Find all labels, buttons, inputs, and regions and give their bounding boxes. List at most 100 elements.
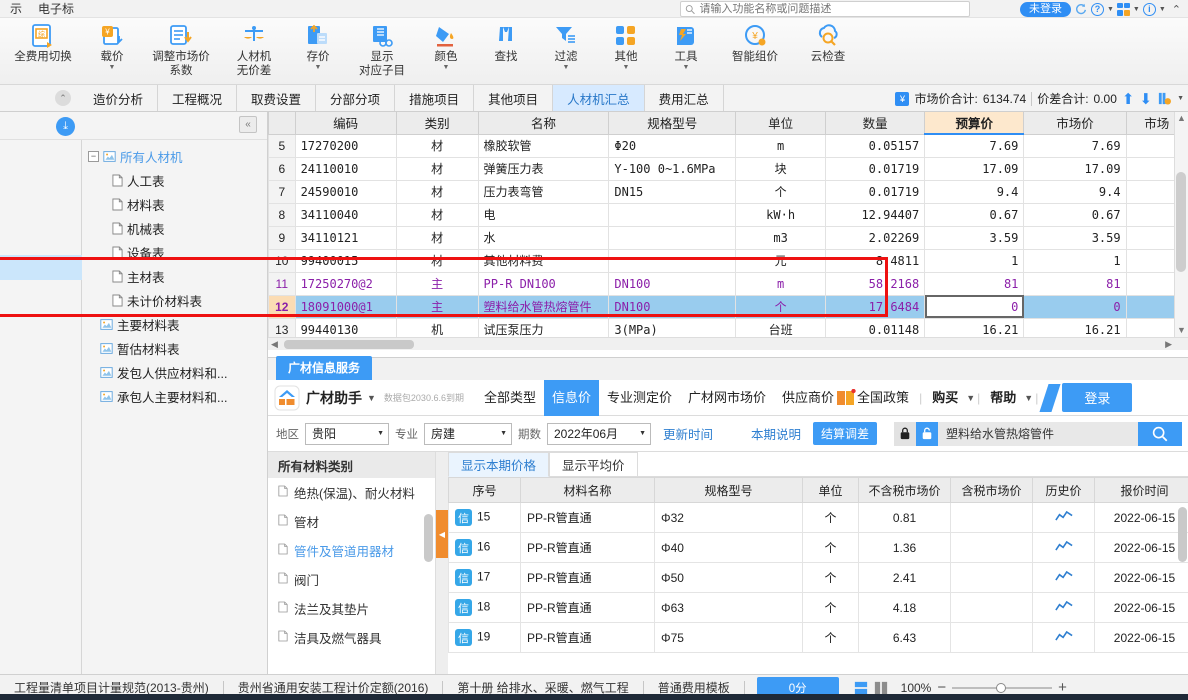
tree-node-material[interactable]: 材料表 [86, 192, 267, 216]
ribbon-button-switch-fee[interactable]: 综 全费用切换 [4, 18, 82, 84]
layout-vertical-icon[interactable] [874, 681, 888, 695]
chevron-down-icon-rb8[interactable]: ▼ [563, 64, 570, 72]
collapse-ribbon-button[interactable]: ⌃ [55, 90, 71, 106]
ribbon-button-color[interactable]: 颜色 ▼ [416, 18, 476, 84]
zoom-slider-knob[interactable] [996, 682, 1007, 693]
gc-search-button[interactable] [1138, 421, 1182, 446]
cell-unit[interactable]: kW·h [735, 202, 827, 227]
cell-budget-price[interactable]: 7.69 [924, 133, 1025, 158]
layout-horizontal-icon[interactable] [854, 681, 868, 695]
ribbon-button-cloud-check[interactable]: 云检查 [794, 18, 862, 84]
chevron-down-icon-3[interactable]: ▼ [1159, 6, 1166, 13]
chevron-down-icon[interactable]: ▼ [1107, 6, 1114, 13]
gc-nav-national-policy[interactable]: 全国政策 [856, 380, 917, 416]
cell-market-price[interactable]: 0 [1023, 294, 1127, 319]
chevron-down-icon-rb6[interactable]: ▼ [443, 64, 450, 72]
region-select[interactable]: 贵阳 ▼ [305, 422, 389, 445]
gc-search-input[interactable]: 塑料给水管热熔管件 [938, 421, 1138, 446]
cell-quantity[interactable]: 0.01719 [825, 156, 926, 181]
cell-spec[interactable]: DN100 [608, 294, 737, 319]
price-cell-ex-tax[interactable]: 4.18 [858, 592, 951, 623]
cell-quantity[interactable]: 0.01719 [825, 179, 926, 204]
chevron-down-icon-buy[interactable]: ▼ [966, 393, 975, 403]
list-item[interactable]: 信 19 PP-R管直通 Φ75 个 6.43 2022-06-15 [448, 622, 1188, 653]
help-icon[interactable]: ? [1090, 2, 1104, 16]
cell-quantity[interactable]: 2.02269 [825, 225, 926, 250]
cell-spec[interactable] [608, 248, 737, 273]
price-cell-history[interactable] [1032, 622, 1095, 653]
category-item-fittings[interactable]: 管件及管道用器材 [268, 536, 435, 565]
price-cell-spec[interactable]: Φ75 [654, 622, 803, 653]
cell-code[interactable]: 24590010 [294, 179, 397, 204]
price-cell-history[interactable] [1032, 592, 1095, 623]
tree-node-all-resources[interactable]: − 所有人材机 [86, 144, 267, 168]
price-col-history[interactable]: 历史价 [1032, 477, 1095, 503]
table-row[interactable]: 6 24110010 材 弹簧压力表 Y-100 0~1.6MPa 块 0.01… [268, 156, 1188, 181]
tab-cost-analysis[interactable]: 造价分析 [79, 85, 159, 111]
period-select[interactable]: 2022年06月 ▼ [547, 422, 651, 445]
price-cell-date[interactable]: 2022-06-15 [1094, 592, 1188, 623]
cell-budget-price[interactable]: 81 [924, 271, 1025, 296]
chevron-down-icon-rb9[interactable]: ▼ [623, 64, 630, 72]
list-item[interactable]: 信 17 PP-R管直通 Φ50 个 2.41 2022-06-15 [448, 562, 1188, 593]
grid-col-quantity[interactable]: 数量 [825, 112, 926, 135]
list-item[interactable]: 信 15 PP-R管直通 Φ32 个 0.81 2022-06-15 [448, 502, 1188, 533]
cell-market-price[interactable]: 17.09 [1023, 156, 1127, 181]
price-cell-inc-tax[interactable] [950, 532, 1033, 563]
price-cell-spec[interactable]: Φ50 [654, 562, 803, 593]
price-cell-spec[interactable]: Φ40 [654, 532, 803, 563]
tab-other-items[interactable]: 其他项目 [474, 85, 554, 111]
gc-nav-help[interactable]: 帮助 [982, 380, 1024, 416]
cell-code[interactable]: 34110121 [294, 225, 397, 250]
cell-market-price[interactable]: 9.4 [1023, 179, 1127, 204]
cell-budget-price[interactable]: 3.59 [924, 225, 1025, 250]
cell-category[interactable]: 材 [395, 248, 479, 273]
cell-category[interactable]: 主 [395, 271, 479, 296]
settlement-adjust-button[interactable]: 结算调差 [813, 422, 878, 445]
grid-col-market-price[interactable]: 市场价 [1023, 112, 1127, 135]
cell-name[interactable]: 电 [477, 202, 610, 227]
tab-measure-items[interactable]: 措施项目 [395, 85, 475, 111]
cell-name[interactable]: 试压泵压力 [477, 317, 610, 337]
scroll-right-icon[interactable]: ▶ [1165, 339, 1172, 350]
cell-name[interactable]: 橡胶软管 [477, 133, 610, 158]
cell-category[interactable]: 材 [395, 133, 479, 158]
gc-nav-buy[interactable]: 购买 [924, 380, 966, 416]
price-cell-date[interactable]: 2022-06-15 [1094, 502, 1188, 533]
category-item-pipe[interactable]: 管材 [268, 507, 435, 536]
cell-spec[interactable]: DN100 [608, 271, 737, 296]
table-row[interactable]: 13 99440130 机 试压泵压力 3(MPa) 台班 0.01148 16… [268, 317, 1188, 337]
cell-code[interactable]: 34110040 [294, 202, 397, 227]
price-col-spec[interactable]: 规格型号 [654, 477, 803, 503]
cell-code[interactable]: 24110010 [294, 156, 397, 181]
price-cell-unit[interactable]: 个 [802, 562, 859, 593]
gc-nav-all-types[interactable]: 全部类型 [476, 380, 544, 416]
cell-budget-price[interactable]: 9.4 [924, 179, 1025, 204]
period-note-link[interactable]: 本期说明 [745, 424, 807, 443]
gc-login-button[interactable]: 登录 [1062, 383, 1133, 412]
scroll-down-icon[interactable]: ▼ [1177, 325, 1186, 335]
arrow-up-icon[interactable]: ⬆ [1122, 90, 1135, 108]
cell-category[interactable]: 材 [395, 225, 479, 250]
chevron-down-icon-rb10[interactable]: ▼ [683, 64, 690, 72]
chevron-down-icon-rb4[interactable]: ▼ [315, 64, 322, 72]
ribbon-button-find[interactable]: 查找 [476, 18, 536, 84]
price-cell-history[interactable] [1032, 532, 1095, 563]
ribbon-button-other[interactable]: 其他 ▼ [596, 18, 656, 84]
tree-node-machinery[interactable]: 机械表 [86, 216, 267, 240]
grid-col-name[interactable]: 名称 [477, 112, 610, 135]
menu-item-0[interactable]: 示 [2, 0, 30, 18]
zoom-slider[interactable] [952, 682, 1053, 693]
ribbon-button-smart-price[interactable]: ¥ 智能组价 [716, 18, 794, 84]
cell-code[interactable]: 18091000@1 [294, 294, 397, 319]
cell-name[interactable]: 水 [477, 225, 610, 250]
grid-col-unit[interactable]: 单位 [735, 112, 827, 135]
table-row[interactable]: 8 34110040 材 电 kW·h 12.94407 0.67 0.67 [268, 202, 1188, 227]
price-col-ex-tax[interactable]: 不含税市场价 [858, 477, 951, 503]
lock-closed-icon[interactable] [894, 421, 916, 446]
price-cell-unit[interactable]: 个 [802, 592, 859, 623]
cell-name[interactable]: 其他材料费 [477, 248, 610, 273]
settings-columns-icon[interactable] [1157, 91, 1172, 106]
cell-unit[interactable]: 台班 [735, 317, 827, 337]
category-item-flanges[interactable]: 法兰及其垫片 [268, 594, 435, 623]
